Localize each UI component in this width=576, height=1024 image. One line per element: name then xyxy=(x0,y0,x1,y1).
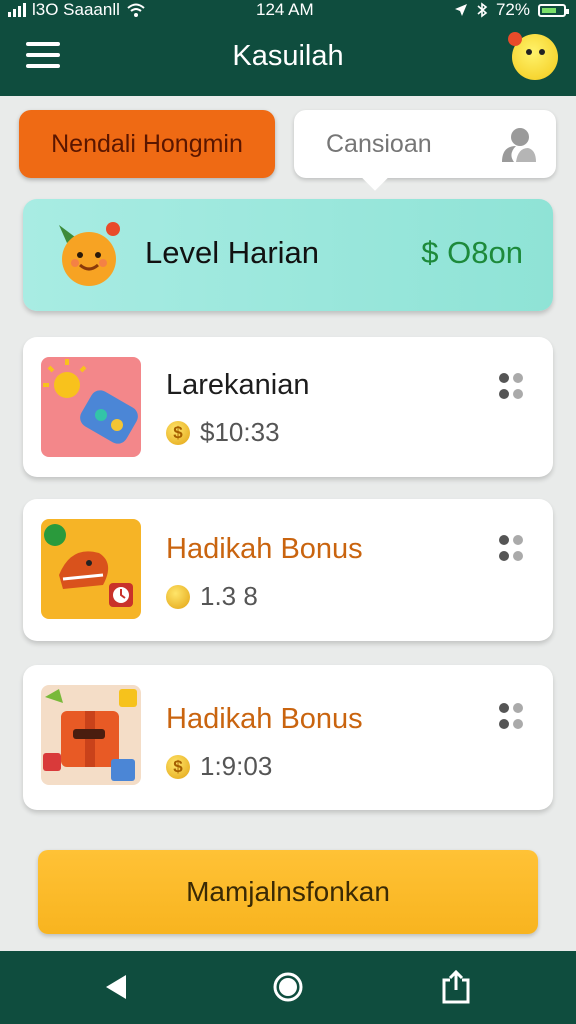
more-options-icon[interactable] xyxy=(499,373,523,401)
status-time: 124 AM xyxy=(256,0,314,19)
carrier-label: l3O Saaanll xyxy=(32,0,120,19)
card-value: 1:9:03 xyxy=(200,751,273,781)
card-value: 1.3 8 xyxy=(200,581,258,611)
list-item[interactable]: Hadikah Bonus 1.3 8 xyxy=(23,499,553,641)
primary-action-button[interactable]: Nendali Hongmin xyxy=(19,110,275,178)
more-options-icon[interactable] xyxy=(499,535,523,563)
card-value-row: $ 1:9:03 xyxy=(166,751,272,782)
gift-box-thumbnail xyxy=(41,685,141,785)
app-header: l3O Saaanll 124 AM 72% Kasuilah xyxy=(0,0,576,96)
game-controller-thumbnail xyxy=(41,357,141,457)
status-bar: l3O Saaanll 124 AM 72% xyxy=(0,0,576,22)
home-icon[interactable] xyxy=(264,965,312,1009)
page-title: Kasuilah xyxy=(232,40,344,72)
card-value: $10:33 xyxy=(200,417,280,447)
more-options-icon[interactable] xyxy=(499,703,523,731)
card-value-row: $ $10:33 xyxy=(166,417,280,448)
banner-amount: $ O8on xyxy=(421,235,523,270)
bonus-bird-thumbnail xyxy=(41,519,141,619)
avatar[interactable] xyxy=(508,32,558,80)
card-title: Hadikah Bonus xyxy=(166,703,363,735)
coin-icon: $ xyxy=(166,420,190,445)
orange-mascot-icon xyxy=(59,222,120,286)
battery-percent: 72% xyxy=(495,0,530,19)
bottom-nav-bar xyxy=(0,951,576,1024)
list-item[interactable]: Larekanian $ $10:33 xyxy=(23,337,553,477)
coin-icon: $ xyxy=(166,754,190,779)
wifi-icon xyxy=(127,3,145,17)
signal-icon xyxy=(8,3,26,17)
battery-icon xyxy=(538,3,569,17)
user-icon[interactable] xyxy=(498,124,538,164)
card-title: Hadikah Bonus xyxy=(166,533,363,565)
list-item[interactable]: Hadikah Bonus $ 1:9:03 xyxy=(23,665,553,810)
share-icon[interactable] xyxy=(432,965,480,1009)
notification-dot xyxy=(508,32,522,46)
main-cta-button[interactable]: Mamjalnsfonkan xyxy=(38,850,538,934)
search-input[interactable]: Cansioan xyxy=(294,110,556,178)
coin-icon xyxy=(166,584,190,609)
location-icon xyxy=(454,4,467,16)
banner-label: Level Harian xyxy=(145,235,320,270)
card-title: Larekanian xyxy=(166,369,310,401)
card-value-row: 1.3 8 xyxy=(166,581,258,612)
search-placeholder: Cansioan xyxy=(326,130,432,158)
bluetooth-icon xyxy=(477,2,488,18)
daily-level-banner[interactable]: Level Harian $ O8on xyxy=(23,199,553,311)
back-icon[interactable] xyxy=(92,965,140,1009)
